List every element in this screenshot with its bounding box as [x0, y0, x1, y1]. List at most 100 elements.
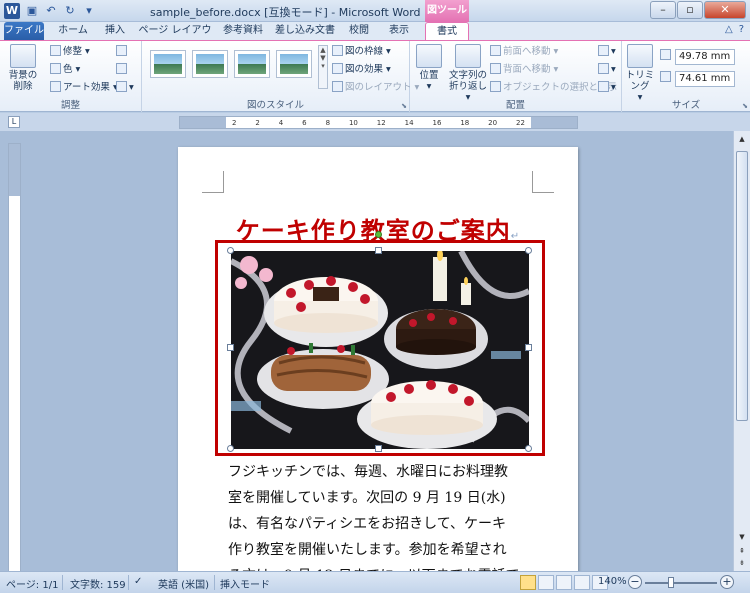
- bring-forward-button[interactable]: 前面へ移動 ▾: [490, 45, 558, 59]
- word-count[interactable]: 文字数: 159: [70, 576, 126, 591]
- redo-icon[interactable]: ↻: [62, 3, 78, 19]
- tab-view[interactable]: 表示: [380, 22, 418, 40]
- crop-icon: [627, 44, 653, 68]
- tab-insert[interactable]: 挿入: [98, 22, 132, 40]
- print-layout-view-icon[interactable]: [520, 575, 536, 590]
- remove-background-icon: [10, 44, 36, 68]
- crop-button[interactable]: トリミング ▾: [624, 44, 656, 103]
- tab-home[interactable]: ホーム: [50, 22, 96, 40]
- resize-handle-tr[interactable]: [525, 247, 532, 254]
- group-picture-styles: ▲ ▼ ▾ 図の枠線 ▾ 図の効果 ▾ 図のレイアウト ▾ 図のスタイル ⬊: [142, 41, 419, 112]
- picture-effects-button[interactable]: 図の効果 ▾: [332, 63, 391, 77]
- group-objects-button[interactable]: ▾: [598, 63, 616, 77]
- resize-handle-right[interactable]: [525, 344, 532, 351]
- page-count[interactable]: ページ: 1/1: [6, 576, 58, 591]
- change-picture-button[interactable]: [116, 63, 129, 77]
- minimize-ribbon-icon[interactable]: △: [725, 24, 733, 35]
- reset-picture-button[interactable]: ▾: [116, 81, 134, 95]
- resize-handle-bl[interactable]: [227, 445, 234, 452]
- tab-page-layout[interactable]: ページ レイアウト: [136, 22, 214, 54]
- picture-layout-button[interactable]: 図のレイアウト ▾: [332, 81, 419, 95]
- tab-format[interactable]: 書式: [425, 22, 469, 40]
- status-separator: [214, 575, 215, 590]
- align-button[interactable]: ▾: [598, 45, 616, 59]
- tab-file[interactable]: ファイル: [4, 22, 44, 40]
- full-screen-reading-view-icon[interactable]: [538, 575, 554, 590]
- body-paragraph[interactable]: フジキッチンでは、毎週、水曜日にお料理教 室を開催しています。次回の 9 月 1…: [228, 459, 538, 571]
- compress-icon: [116, 45, 127, 56]
- wrap-text-button[interactable]: 文字列の 折り返し ▾: [448, 44, 488, 103]
- picture-style-4[interactable]: [276, 50, 312, 78]
- insert-mode-indicator[interactable]: 挿入モード: [220, 576, 270, 591]
- picture-styles-launcher-icon[interactable]: ⬊: [401, 102, 407, 110]
- crop-mark-tl: [202, 171, 224, 193]
- document-page[interactable]: ケーキ作り教室のご案内↵ フジキッチンでは、毎週、水曜日にお料理教 室を開催して…: [178, 147, 578, 571]
- zoom-in-icon[interactable]: +: [720, 575, 734, 589]
- picture-style-2[interactable]: [192, 50, 228, 78]
- group-label-adjust: 調整: [60, 100, 80, 111]
- outline-view-icon[interactable]: [574, 575, 590, 590]
- horizontal-ruler[interactable]: 224 6 8 10 12 14 16 18 20 22: [179, 116, 578, 129]
- color-icon: [50, 63, 61, 74]
- width-input[interactable]: 74.61 mm: [675, 71, 735, 87]
- picture-layout-icon: [332, 81, 343, 92]
- minimize-button[interactable]: –: [650, 1, 676, 19]
- compress-pictures-button[interactable]: [116, 45, 129, 59]
- style-gallery-scroll[interactable]: ▲ ▼ ▾: [318, 45, 328, 89]
- picture-style-1[interactable]: [150, 50, 186, 78]
- align-icon: [598, 45, 609, 56]
- proofing-icon[interactable]: ✓: [134, 576, 142, 587]
- customize-qat-icon[interactable]: ▾: [81, 3, 97, 19]
- word-app-icon[interactable]: W: [4, 3, 20, 19]
- resize-handle-left[interactable]: [227, 344, 234, 351]
- picture-effects-icon: [332, 63, 343, 74]
- scroll-down-icon[interactable]: ▼: [736, 531, 748, 543]
- cake-photo[interactable]: [231, 251, 529, 449]
- resize-handle-br[interactable]: [525, 445, 532, 452]
- maximize-button[interactable]: ▫: [677, 1, 703, 19]
- rotate-handle[interactable]: [375, 231, 382, 238]
- next-page-icon[interactable]: ⇟: [736, 557, 748, 569]
- remove-background-button[interactable]: 背景の 削除: [6, 44, 40, 92]
- undo-icon[interactable]: ↶: [43, 3, 59, 19]
- zoom-slider[interactable]: [645, 582, 717, 584]
- vertical-ruler[interactable]: [8, 143, 21, 571]
- group-label-picture-styles: 図のスタイル: [246, 100, 304, 111]
- picture-frame[interactable]: [215, 231, 545, 456]
- picture-style-3[interactable]: [234, 50, 270, 78]
- tab-selector-icon[interactable]: L: [8, 116, 20, 128]
- help-icon[interactable]: ?: [739, 24, 744, 35]
- scroll-up-icon[interactable]: ▲: [736, 133, 748, 145]
- tab-references[interactable]: 参考資料: [218, 22, 268, 40]
- tab-mailings[interactable]: 差し込み文書: [272, 22, 338, 40]
- picture-border-button[interactable]: 図の枠線 ▾: [332, 45, 391, 59]
- corrections-button[interactable]: 修整 ▾: [50, 45, 90, 59]
- zoom-level[interactable]: 140%: [598, 576, 627, 587]
- zoom-out-icon[interactable]: −: [628, 575, 642, 589]
- position-icon: [416, 44, 442, 68]
- resize-handle-tl[interactable]: [227, 247, 234, 254]
- vertical-scrollbar[interactable]: ▲ ▼ ⇞ ⇟: [733, 131, 750, 571]
- resize-handle-bottom[interactable]: [375, 445, 382, 452]
- resize-handle-top[interactable]: [375, 247, 382, 254]
- zoom-slider-knob[interactable]: [668, 577, 674, 588]
- save-icon[interactable]: ▣: [24, 3, 40, 19]
- cake-photo-graphic: [231, 251, 529, 449]
- rotate-button[interactable]: ▾: [598, 81, 616, 95]
- size-launcher-icon[interactable]: ⬊: [742, 102, 748, 110]
- position-button[interactable]: 位置 ▾: [416, 44, 442, 92]
- scroll-thumb[interactable]: [736, 151, 748, 421]
- reset-picture-icon: [116, 81, 127, 92]
- color-button[interactable]: 色 ▾: [50, 63, 80, 77]
- previous-page-icon[interactable]: ⇞: [736, 545, 748, 557]
- ruler-row: L 224 6 8 10 12 14 16 18 20 22: [0, 113, 750, 131]
- language-indicator[interactable]: 英語 (米国): [158, 576, 209, 591]
- height-input[interactable]: 49.78 mm: [675, 49, 735, 65]
- tab-review[interactable]: 校閲: [342, 22, 376, 40]
- send-backward-button[interactable]: 背面へ移動 ▾: [490, 63, 558, 77]
- ribbon-tabs: ファイル ホーム 挿入 ページ レイアウト 参考資料 差し込み文書 校閲 表示 …: [0, 22, 750, 54]
- group-label-size: サイズ: [671, 100, 701, 111]
- artistic-effects-button[interactable]: アート効果 ▾: [50, 81, 118, 95]
- web-layout-view-icon[interactable]: [556, 575, 572, 590]
- close-button[interactable]: ✕: [704, 1, 746, 19]
